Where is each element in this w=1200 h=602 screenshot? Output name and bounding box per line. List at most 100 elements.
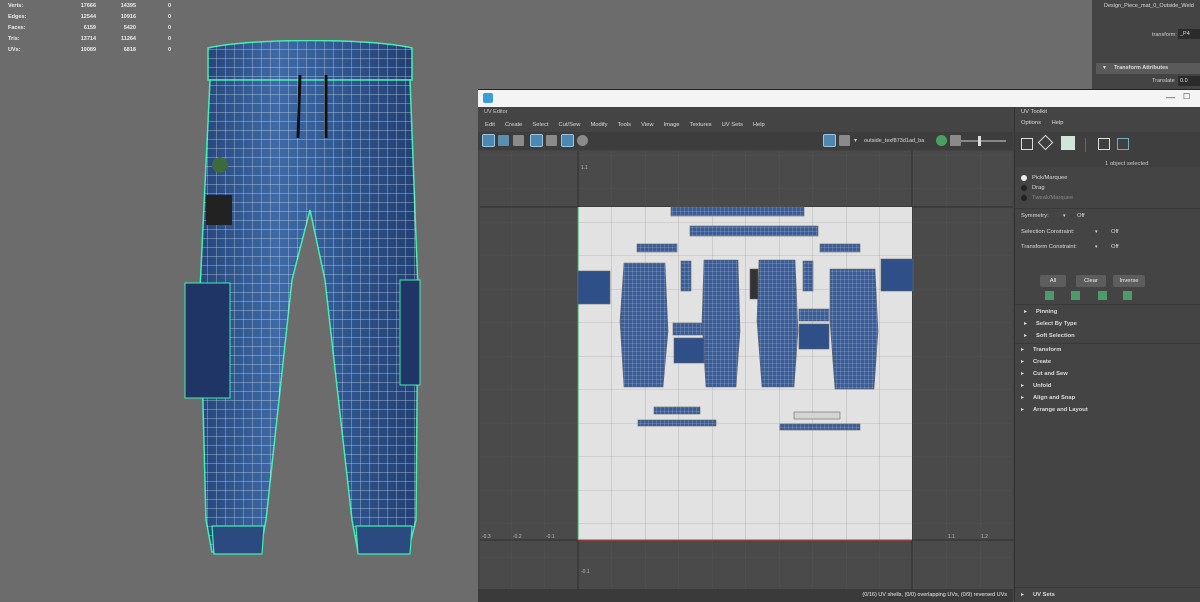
menu-textures[interactable]: Textures — [690, 122, 712, 128]
menu-cut-sew[interactable]: Cut/Sew — [559, 122, 581, 128]
section-unfold[interactable]: Unfold — [1015, 380, 1200, 392]
radio-tweak-marquee[interactable]: Tweak/Marquee — [1021, 195, 1073, 201]
grid-toggle-icon[interactable] — [530, 134, 543, 147]
hud-label: Verts: — [8, 3, 24, 9]
node-name: Design_Piece_mat_0_Outside_Weld — [1104, 3, 1194, 9]
menu-uv-sets[interactable]: UV Sets — [722, 122, 743, 128]
uv-toolkit-panel: UV Toolkit Options Help 1 object selecte… — [1014, 107, 1200, 602]
toolkit-menu-options[interactable]: Options — [1021, 120, 1041, 126]
uv-editor-title: UV Editor — [484, 109, 508, 115]
symmetry-value: Off — [1077, 213, 1085, 219]
selection-constraint-label: Selection Constraint: — [1021, 229, 1075, 235]
distortion-icon[interactable] — [577, 135, 588, 146]
exposure-slider-handle[interactable] — [978, 136, 981, 146]
edge-mode-icon[interactable] — [1037, 134, 1054, 151]
chevron-down-icon: ▾ — [1063, 213, 1066, 219]
radio-dot — [1021, 175, 1027, 181]
translate-field[interactable]: 0.0 — [1178, 76, 1200, 86]
exposure-slider-track[interactable] — [960, 140, 1006, 142]
face-mode-icon[interactable] — [1061, 136, 1075, 150]
right-cargo-pocket — [399, 279, 421, 386]
maya-app-icon — [483, 93, 493, 103]
pants-body — [199, 40, 419, 555]
jeans-3d-model[interactable] — [180, 40, 440, 570]
section-transform[interactable]: Transform — [1015, 344, 1200, 356]
section-align-and-snap[interactable]: Align and Snap — [1015, 392, 1200, 404]
left-cargo-pocket — [184, 282, 231, 399]
section-uv-sets[interactable]: UV Sets — [1015, 589, 1200, 601]
chevron-down-icon[interactable]: ▾ — [854, 137, 857, 144]
hud-value: 0 — [167, 47, 171, 53]
grow-selection-icon[interactable] — [1098, 291, 1107, 300]
hud-value: 14395 — [120, 3, 136, 9]
uv-menubar: Edit Create Select Cut/Sew Modify Tools … — [478, 118, 1013, 131]
hud-value: 12544 — [80, 14, 96, 20]
menu-tools[interactable]: Tools — [618, 122, 632, 128]
uv-shell-mode-icon[interactable] — [1117, 138, 1129, 150]
uv-status-line: (0/16) UV shells, (0/0) overlapping UVs,… — [478, 589, 1013, 602]
axis-label-v-top: 1.1 — [581, 165, 588, 171]
transform-constraint-value: Off — [1111, 244, 1119, 250]
menu-create[interactable]: Create — [505, 122, 522, 128]
hud-value: 5420 — [123, 25, 136, 31]
section-label: Create — [1033, 359, 1052, 365]
section-select-by-type[interactable]: Select By Type — [1015, 318, 1200, 330]
uv-mode-icon[interactable] — [1098, 138, 1110, 150]
section-cut-and-sew[interactable]: Cut and Sew — [1015, 368, 1200, 380]
select-shell-icon[interactable] — [1071, 291, 1080, 300]
vertex-mode-icon[interactable] — [1021, 138, 1033, 150]
divider — [1015, 304, 1200, 305]
shrink-selection-icon[interactable] — [1123, 291, 1132, 300]
toolkit-menu-help[interactable]: Help — [1052, 120, 1064, 126]
menu-view[interactable]: View — [641, 122, 653, 128]
uv-edge-select-icon[interactable] — [498, 135, 509, 146]
frame-icon[interactable] — [546, 135, 557, 146]
menu-help[interactable]: Help — [753, 122, 765, 128]
shaded-uv-icon[interactable] — [561, 134, 574, 147]
maximize-icon[interactable]: ☐ — [1183, 92, 1190, 101]
uv-grid — [480, 151, 1013, 589]
select-all-button[interactable]: All — [1040, 275, 1066, 287]
radio-dot — [1021, 195, 1027, 201]
section-soft-selection[interactable]: Soft Selection — [1015, 330, 1200, 342]
uv-face-select-icon[interactable] — [513, 135, 524, 146]
uv-canvas[interactable]: 1.1 -0.1 -0.3 -0.2 -0.1 1.1 1.2 — [480, 151, 1013, 589]
window-titlebar[interactable]: — ☐ — [478, 90, 1200, 107]
hud-label: UVs: — [8, 47, 21, 53]
hud-row-faces: Faces: 6159 5420 0 — [8, 23, 171, 34]
transform-attributes-section[interactable]: Transform Attributes — [1096, 63, 1200, 74]
radio-dot — [1021, 185, 1027, 191]
section-create[interactable]: Create — [1015, 356, 1200, 368]
radio-label: Pick/Marquee — [1032, 175, 1068, 181]
uv-toolkit-title: UV Toolkit — [1021, 109, 1047, 115]
hud-value: 13714 — [80, 36, 96, 42]
select-border-icon[interactable] — [1045, 291, 1054, 300]
menu-select[interactable]: Select — [532, 122, 548, 128]
axis-label-u: -0.1 — [546, 534, 555, 540]
section-label: Soft Selection — [1036, 333, 1075, 339]
checker-icon[interactable] — [839, 135, 850, 146]
axis-label-v-bottom: -0.1 — [581, 569, 590, 575]
uv-shell-select-icon[interactable] — [482, 134, 495, 147]
inverse-button[interactable]: Inverse — [1113, 275, 1145, 287]
minimize-icon[interactable]: — — [1166, 92, 1175, 102]
texture-dropdown[interactable]: outside_texf873d1ad_ba — [864, 138, 924, 144]
round-patch — [212, 157, 228, 173]
section-label: Unfold — [1033, 383, 1052, 389]
section-pinning[interactable]: Pinning — [1015, 306, 1200, 318]
menu-image[interactable]: Image — [664, 122, 680, 128]
clear-button[interactable]: Clear — [1076, 275, 1106, 287]
section-label: Arrange and Layout — [1033, 407, 1088, 413]
menu-edit[interactable]: Edit — [485, 122, 495, 128]
radio-drag[interactable]: Drag — [1021, 185, 1045, 191]
transform-field[interactable]: _P4 — [1178, 29, 1200, 39]
section-arrange-and-layout[interactable]: Arrange and Layout — [1015, 404, 1200, 416]
section-label: Select By Type — [1036, 321, 1077, 327]
menu-modify[interactable]: Modify — [590, 122, 607, 128]
selection-count: 1 object selected — [1105, 161, 1149, 167]
refresh-texture-icon[interactable] — [936, 135, 947, 146]
attribute-editor: Design_Piece_mat_0_Outside_Weld transfor… — [1092, 0, 1200, 90]
radio-pick-marquee[interactable]: Pick/Marquee — [1021, 175, 1067, 181]
toolkit-menubar: Options Help — [1021, 120, 1073, 126]
texture-display-icon[interactable] — [823, 134, 836, 147]
